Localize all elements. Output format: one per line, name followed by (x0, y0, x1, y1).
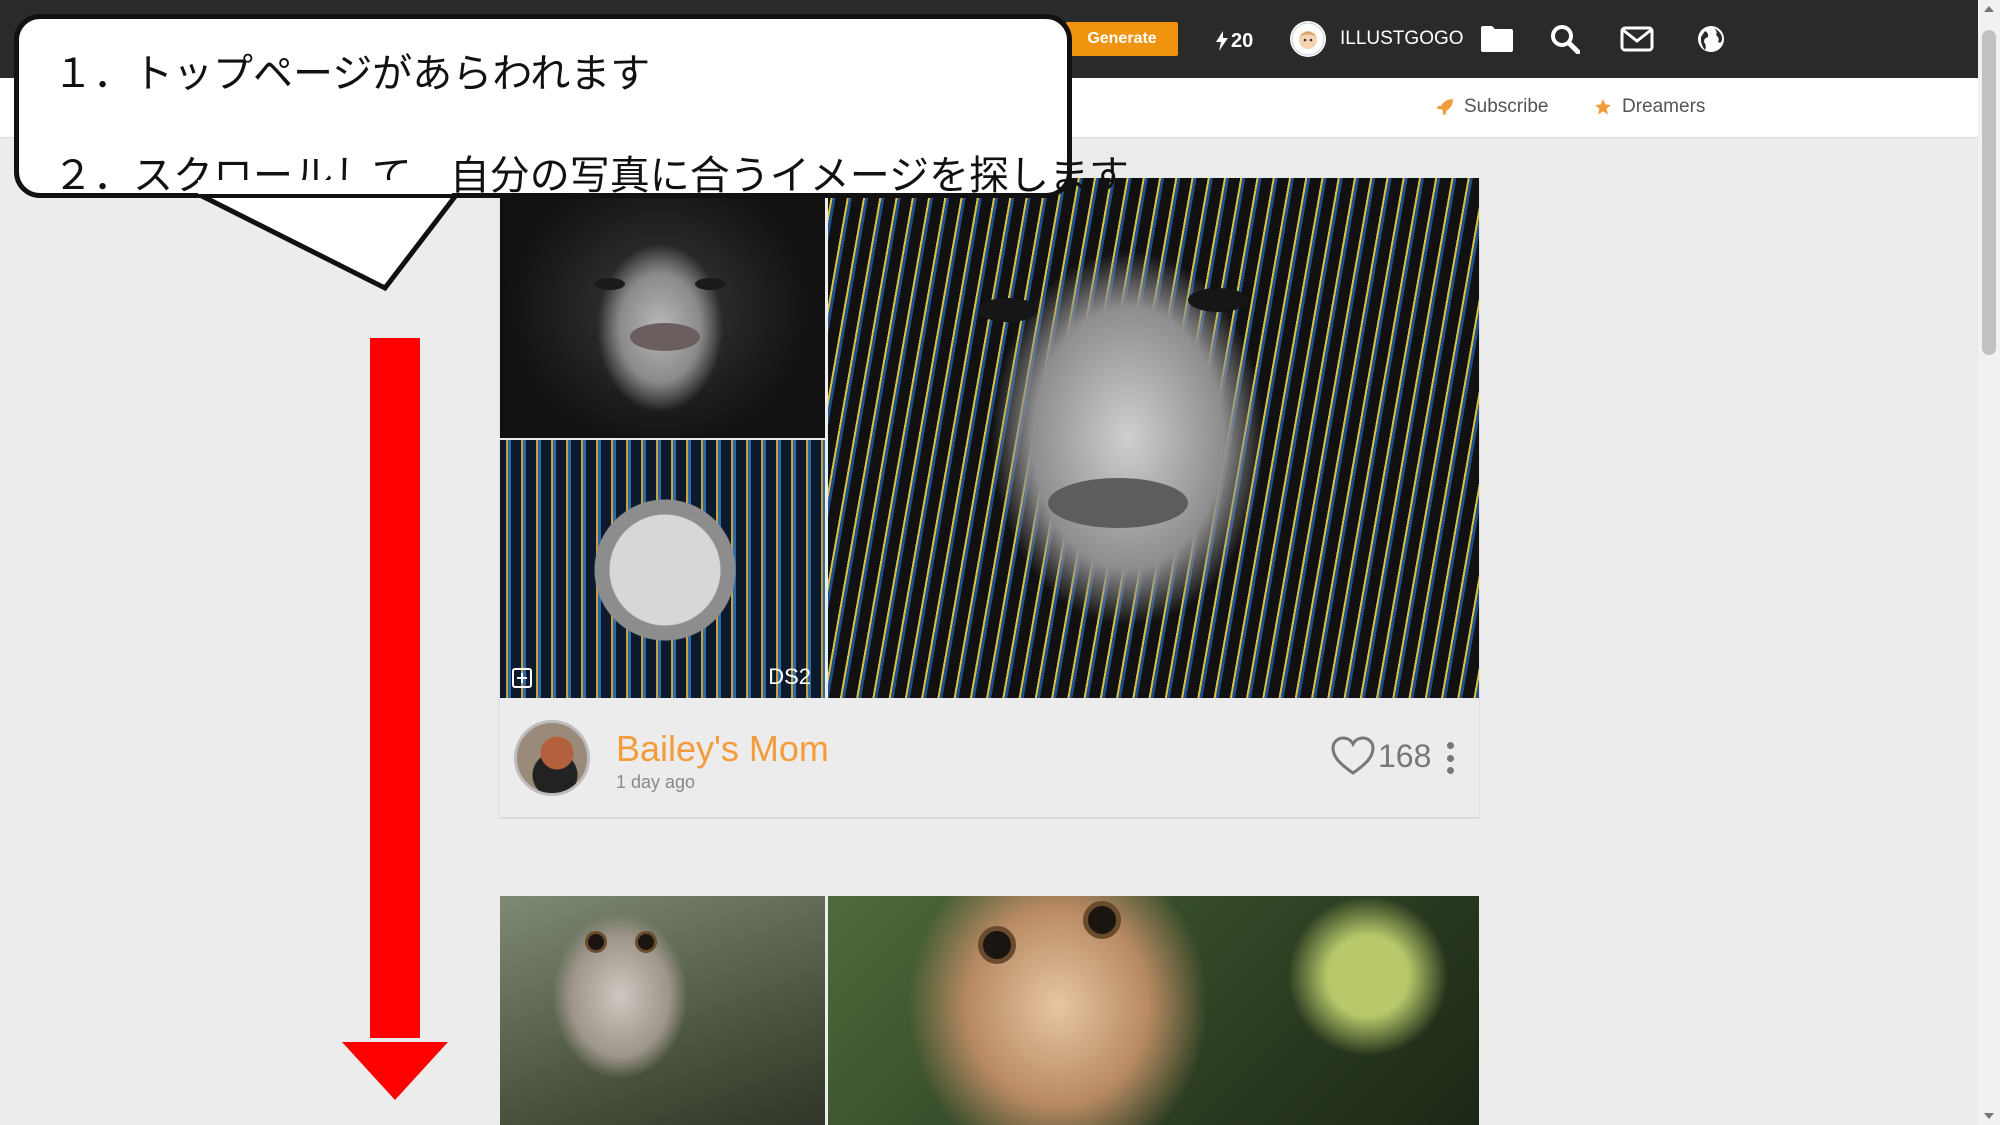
style-image[interactable]: DS2 (500, 440, 825, 698)
expand-icon[interactable] (512, 668, 532, 688)
rocket-icon (1437, 99, 1453, 115)
dreamers-label: Dreamers (1622, 96, 1706, 117)
star-icon (1595, 99, 1611, 115)
scroll-thumb[interactable] (1982, 30, 1996, 355)
energy-counter[interactable]: 20 (1216, 26, 1253, 56)
dream-card-2[interactable] (500, 896, 1479, 1125)
energy-count: 20 (1231, 29, 1254, 52)
result-image[interactable] (828, 178, 1479, 698)
instruction-step-1: １．トップページがあらわれます (53, 51, 651, 97)
owl-source-photo[interactable] (500, 896, 825, 1125)
post-time: 1 day ago (616, 772, 696, 792)
card-footer: Bailey's Mom 1 day ago 168 (500, 698, 1479, 817)
subscribe-label: Subscribe (1464, 96, 1549, 117)
mail-icon[interactable] (1618, 20, 1656, 58)
folder-icon[interactable] (1478, 20, 1516, 58)
scroll-down-icon[interactable] (1984, 1113, 1994, 1119)
subscribe-link[interactable]: Subscribe (1436, 96, 1549, 118)
dream-card[interactable]: DS2 Bailey's Mom 1 day ago 168 (500, 178, 1479, 817)
heart-icon (1331, 736, 1375, 775)
page-scrollbar[interactable] (1978, 0, 2000, 1125)
instruction-callout: １．トップページがあらわれます ２．スクロールして、自分の写真に合うイメージを探… (14, 14, 1129, 199)
user-menu[interactable]: ILLUSTGOGO (1290, 20, 1464, 58)
dreamers-link[interactable]: Dreamers (1594, 96, 1705, 118)
scroll-down-arrow-icon (342, 338, 448, 1100)
user-avatar[interactable] (1290, 21, 1326, 57)
username[interactable]: ILLUSTGOGO (1340, 28, 1464, 50)
author-avatar[interactable] (514, 720, 590, 796)
like-count: 168 (1378, 737, 1432, 774)
lightning-icon (1216, 31, 1228, 51)
model-badge: DS2 (768, 664, 811, 689)
scroll-up-icon[interactable] (1984, 6, 1994, 12)
globe-icon[interactable] (1692, 20, 1730, 58)
source-photo[interactable] (500, 178, 825, 438)
author-name[interactable]: Bailey's Mom (616, 728, 829, 770)
search-icon[interactable] (1546, 20, 1584, 58)
owl-result-image[interactable] (828, 896, 1479, 1125)
generate-button[interactable]: Generate (1066, 22, 1178, 56)
instruction-step-2: ２．スクロールして、自分の写真に合うイメージを探します (53, 153, 1129, 199)
more-options-icon[interactable] (1446, 742, 1454, 774)
like-button[interactable]: 168 (1330, 736, 1431, 776)
